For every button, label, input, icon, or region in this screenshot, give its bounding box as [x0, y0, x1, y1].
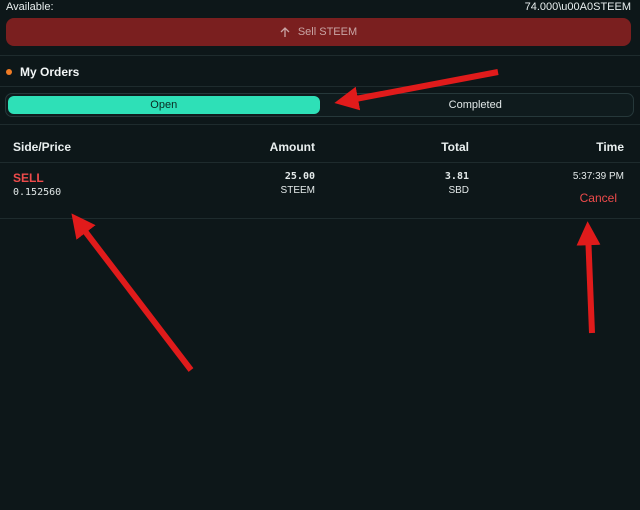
my-orders-header: My Orders — [6, 64, 79, 80]
table-row: SELL 0.152560 25.00 STEEM 3.81 SBD 5:37:… — [0, 166, 640, 216]
order-total-value: 3.81 — [444, 171, 469, 182]
tab-open[interactable]: Open — [8, 96, 320, 114]
divider — [0, 124, 640, 125]
column-side-price: Side/Price — [13, 140, 72, 154]
sell-steem-label: Sell STEEM — [297, 26, 358, 38]
available-balance-row: Available: 74.000\u00A0STEEM — [0, 0, 640, 14]
order-amount: 25.00 STEEM — [281, 170, 315, 198]
divider — [0, 55, 640, 56]
column-time: Time — [596, 140, 624, 154]
orders-table-header: Side/Price Amount Total Time — [0, 138, 640, 156]
orders-tabs: Open Completed — [5, 93, 634, 117]
column-total: Total — [441, 140, 469, 154]
tab-completed[interactable]: Completed — [320, 96, 632, 114]
column-amount: Amount — [269, 140, 315, 154]
arrow-up-icon — [280, 26, 290, 38]
divider — [0, 86, 640, 87]
order-amount-value: 25.00 — [284, 171, 315, 182]
order-side: SELL — [13, 171, 44, 185]
available-value: 74.000\u00A0STEEM — [524, 1, 631, 13]
order-time: 5:37:39 PM — [572, 171, 624, 182]
available-label: Available: — [6, 1, 54, 13]
annotation-arrow-to-cancel — [576, 221, 601, 334]
annotation-arrow-to-sell-order — [71, 213, 194, 372]
order-amount-unit: STEEM — [280, 185, 315, 196]
cancel-order-button[interactable]: Cancel — [580, 191, 617, 205]
order-total: 3.81 SBD — [445, 170, 469, 198]
order-total-unit: SBD — [448, 185, 469, 196]
sell-steem-button[interactable]: Sell STEEM — [6, 18, 631, 46]
order-price: 0.152560 — [13, 187, 62, 198]
divider — [0, 218, 640, 219]
status-dot-icon — [6, 69, 12, 75]
annotation-arrows — [71, 69, 601, 372]
my-orders-title: My Orders — [20, 65, 80, 79]
divider — [0, 162, 640, 163]
